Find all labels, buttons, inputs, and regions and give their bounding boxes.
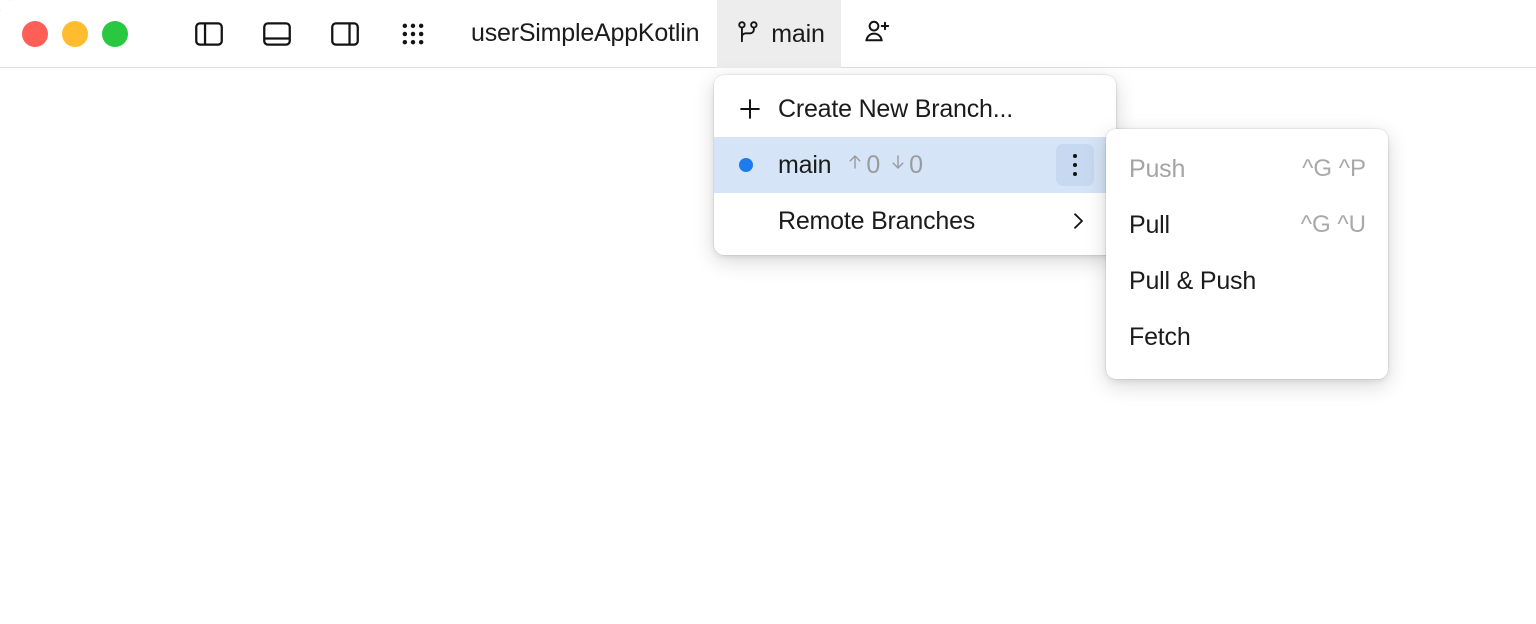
menu-item-label: Create New Branch...	[778, 95, 1013, 124]
panel-left-icon	[192, 17, 226, 51]
submenu-item-label: Pull & Push	[1129, 267, 1256, 296]
submenu-item-pull[interactable]: Pull ^G ^U	[1106, 197, 1388, 253]
more-options-icon-dot	[1073, 163, 1077, 167]
project-title-label: userSimpleAppKotlin	[471, 19, 699, 48]
app-grid-button[interactable]	[379, 0, 447, 68]
submenu-item-label: Pull	[1129, 211, 1170, 240]
person-add-icon	[862, 17, 892, 52]
branch-sync-counts: 0 0	[845, 150, 922, 181]
more-options-button[interactable]	[1056, 144, 1094, 186]
branch-tab-label: main	[771, 20, 824, 49]
ahead-count: 0	[866, 151, 880, 180]
close-button[interactable]	[22, 21, 48, 47]
submenu-item-label: Push	[1129, 155, 1185, 184]
app-window: userSimpleAppKotlin main	[0, 0, 1536, 624]
submenu-item-pull-push[interactable]: Pull & Push	[1106, 253, 1388, 309]
arrow-down-icon	[888, 150, 908, 181]
grid-dots-icon	[399, 20, 427, 48]
behind-count: 0	[909, 151, 923, 180]
add-collaborator-button[interactable]	[843, 0, 911, 68]
submenu-item-fetch[interactable]: Fetch	[1106, 309, 1388, 365]
right-sidebar-toggle-button[interactable]	[311, 0, 379, 68]
plus-icon	[736, 95, 778, 123]
submenu-item-label: Fetch	[1129, 323, 1191, 352]
panel-bottom-icon	[260, 17, 294, 51]
branch-selector-button[interactable]: main	[717, 0, 840, 68]
title-bar: userSimpleAppKotlin main	[0, 0, 1536, 68]
menu-item-label: main	[778, 151, 831, 180]
submenu-item-push[interactable]: Push ^G ^P	[1106, 141, 1388, 197]
panel-right-icon	[328, 17, 362, 51]
left-sidebar-toggle-button[interactable]	[175, 0, 243, 68]
menu-item-create-new-branch[interactable]: Create New Branch...	[714, 81, 1116, 137]
branch-context-submenu: Push ^G ^P Pull ^G ^U Pull & Push Fetch	[1106, 129, 1388, 379]
traffic-light-group	[0, 0, 128, 67]
ahead-count-group: 0	[845, 150, 880, 181]
arrow-up-icon	[845, 150, 865, 181]
more-options-icon-dot	[1073, 154, 1077, 158]
submenu-item-shortcut: ^G ^U	[1301, 211, 1366, 239]
menu-item-branch-main[interactable]: main 0 0	[714, 137, 1116, 193]
branch-dropdown-menu: Create New Branch... main 0	[714, 75, 1116, 255]
maximize-button[interactable]	[102, 21, 128, 47]
submenu-item-shortcut: ^G ^P	[1302, 155, 1366, 183]
more-options-icon-dot	[1073, 172, 1077, 176]
git-branch-icon	[735, 19, 761, 50]
bottom-panel-toggle-button[interactable]	[243, 0, 311, 68]
menu-item-label: Remote Branches	[778, 207, 975, 236]
behind-count-group: 0	[888, 150, 923, 181]
current-branch-dot-icon	[736, 158, 778, 172]
toolbar-icon-group	[175, 0, 447, 67]
minimize-button[interactable]	[62, 21, 88, 47]
project-title: userSimpleAppKotlin	[471, 0, 699, 67]
menu-item-remote-branches[interactable]: Remote Branches	[714, 193, 1116, 249]
chevron-right-icon	[1066, 209, 1090, 233]
